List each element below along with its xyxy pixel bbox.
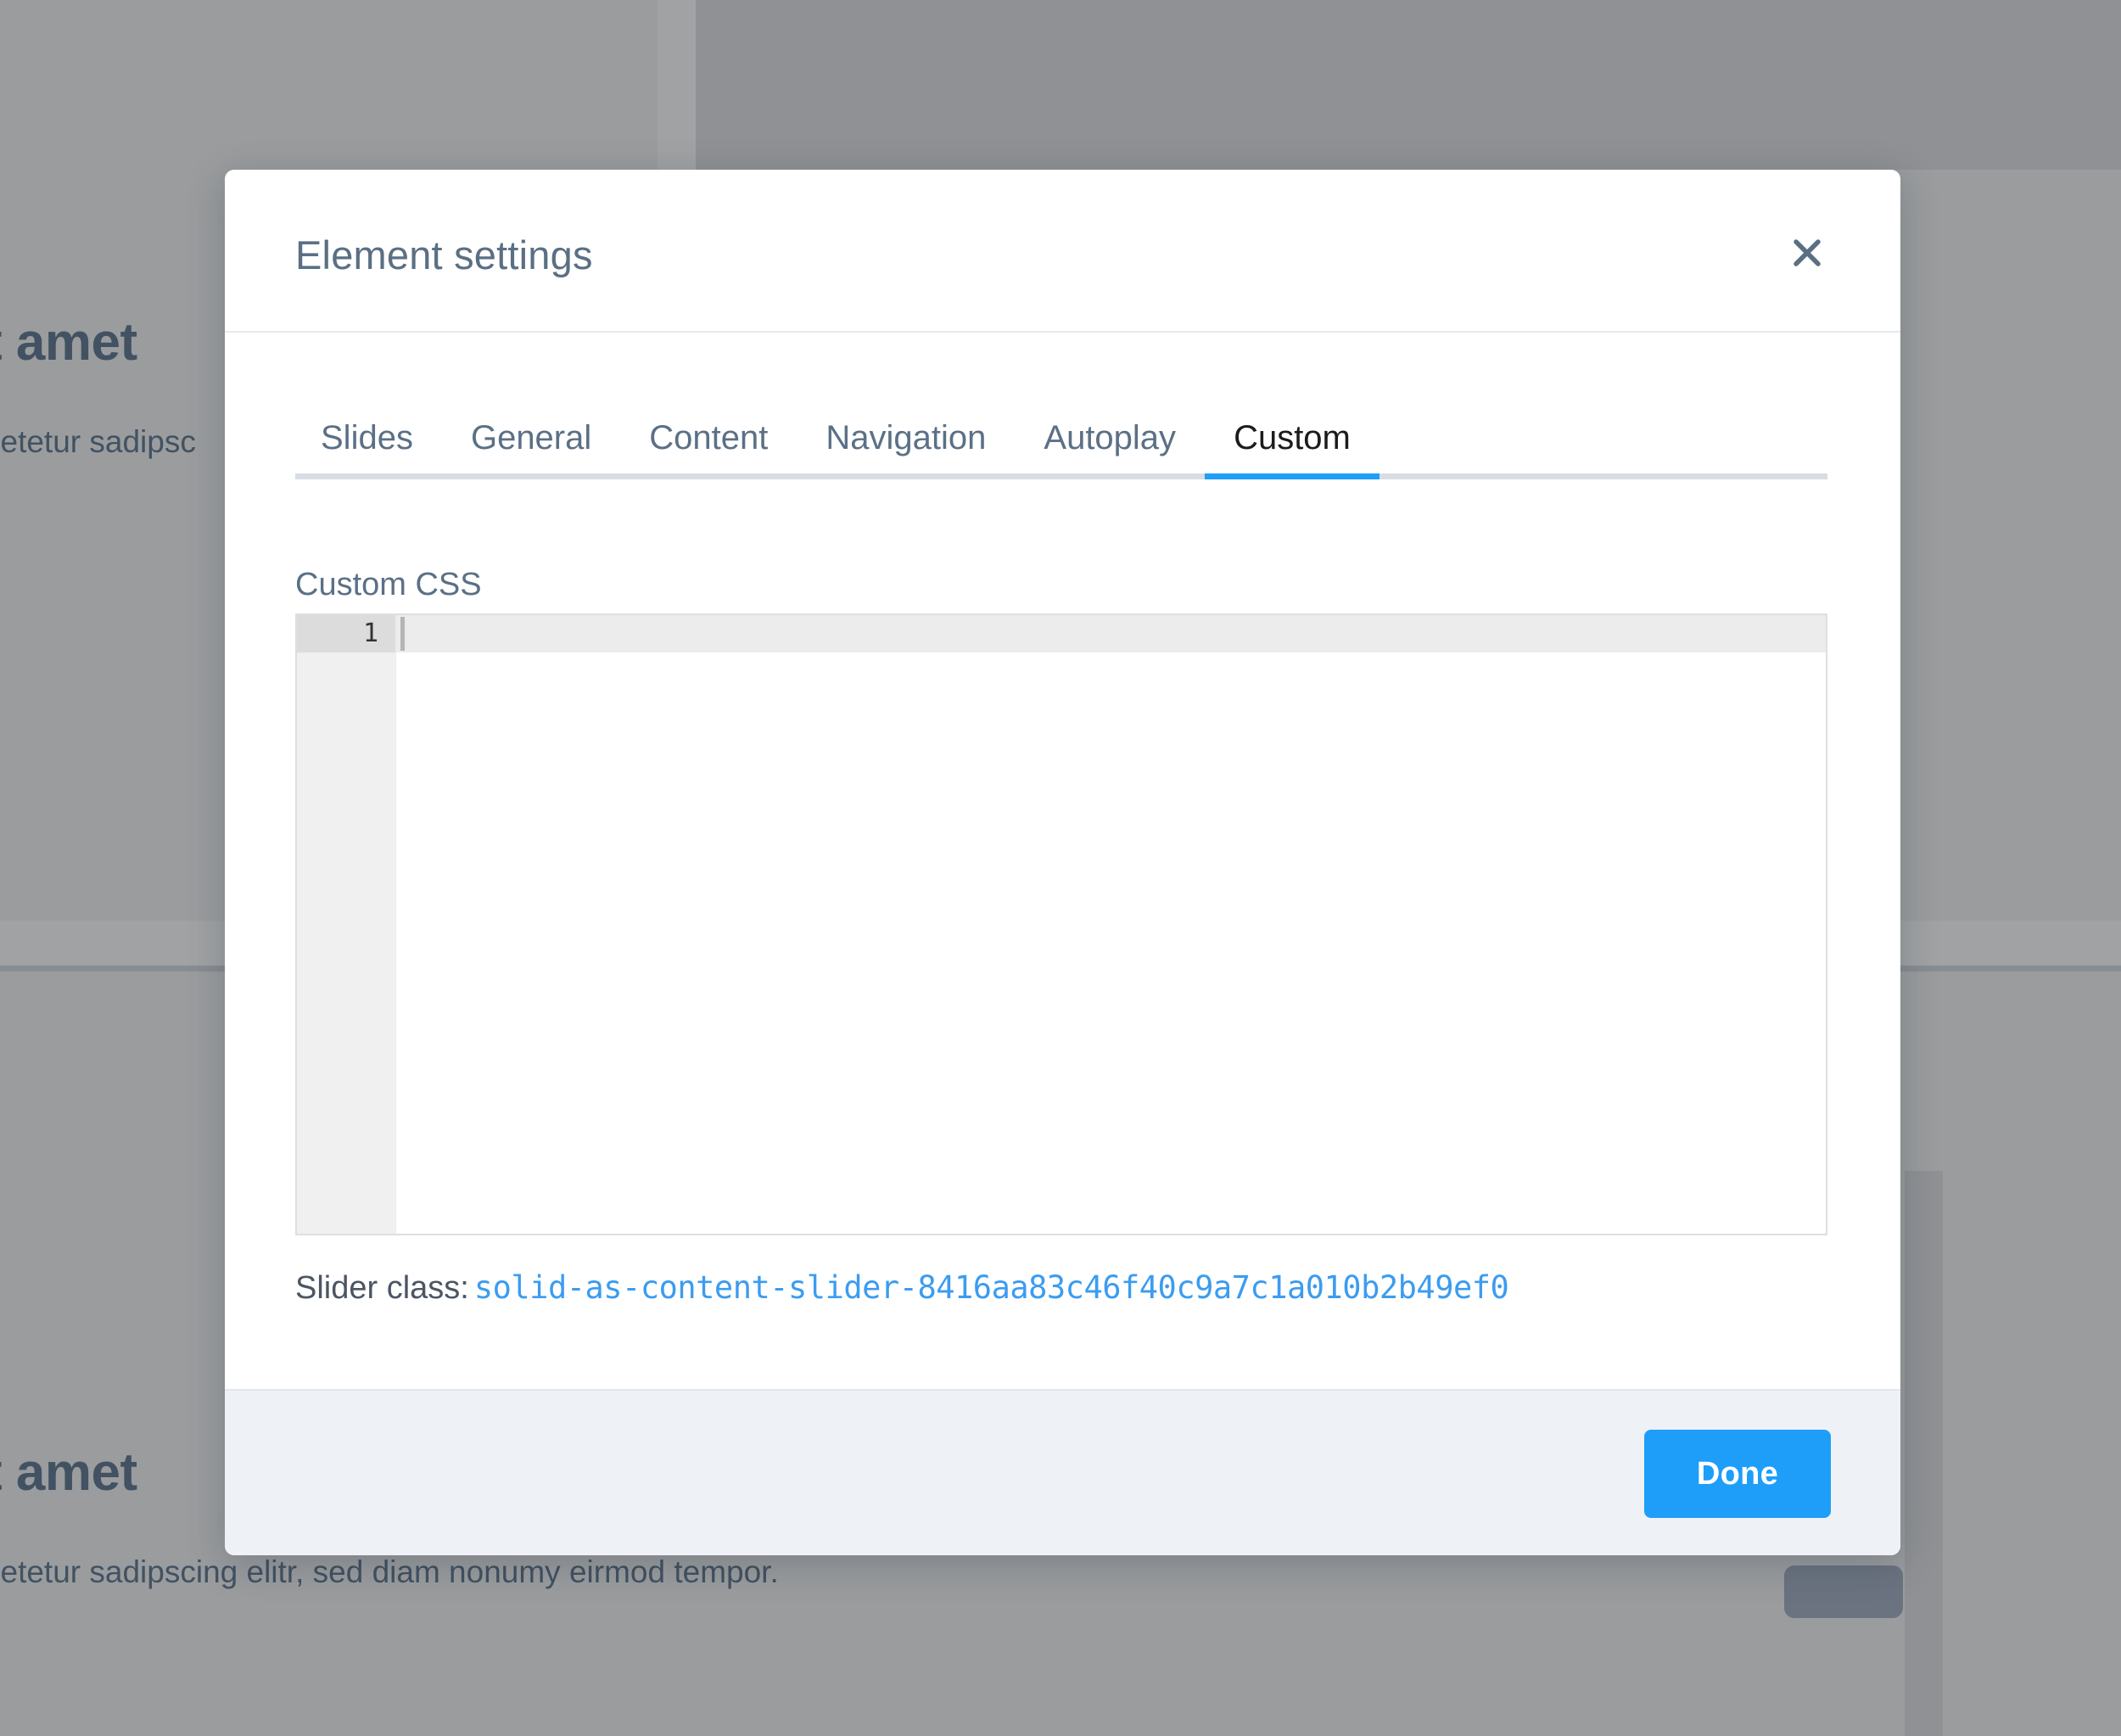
tab-content[interactable]: Content [620,421,797,473]
dialog-body: Slides General Content Navigation Autopl… [225,333,1900,1389]
editor-gutter: 1 [297,615,396,1234]
tabs-row: Slides General Content Navigation Autopl… [295,402,1827,473]
background-body-bottom: setetur sadipscing elitr, sed diam nonum… [0,1554,779,1589]
settings-tablist: Slides General Content Navigation Autopl… [295,402,1827,479]
custom-css-editor[interactable]: 1 [295,613,1827,1235]
tabs-underline-track [295,473,1827,479]
tab-autoplay[interactable]: Autoplay [1015,421,1205,473]
slider-class-row: Slider class: solid-as-content-slider-841… [295,1269,1509,1307]
screen: t amet setetur sadipsc t amet setetur sa… [0,0,2121,1736]
background-body-top: setetur sadipsc [0,424,196,459]
tab-general[interactable]: General [442,421,620,473]
background-heading-top: t amet [0,313,137,372]
dialog-title: Element settings [295,232,593,277]
done-button[interactable]: Done [1644,1430,1831,1518]
tab-custom[interactable]: Custom [1205,421,1379,473]
dialog-footer: Done [225,1389,1900,1555]
slider-class-label: Slider class: [295,1270,469,1306]
tab-navigation[interactable]: Navigation [797,421,1015,473]
background-column-band [658,0,696,170]
custom-css-input[interactable] [395,615,1826,1234]
editor-line-number: 1 [362,619,378,648]
tab-slides[interactable]: Slides [295,421,442,473]
custom-css-label: Custom CSS [295,567,482,602]
background-column-band [696,0,2121,170]
element-settings-dialog: Element settings Slides General Content … [225,170,1900,1555]
dialog-header: Element settings [225,170,1900,333]
active-tab-indicator [1205,473,1379,479]
slider-class-value[interactable]: solid-as-content-slider-8416aa83c46f40c9… [474,1269,1509,1306]
background-heading-bottom: t amet [0,1443,137,1502]
background-column-band [1905,1171,1943,1736]
close-icon[interactable] [1777,222,1838,283]
background-action-button[interactable] [1784,1565,1903,1618]
